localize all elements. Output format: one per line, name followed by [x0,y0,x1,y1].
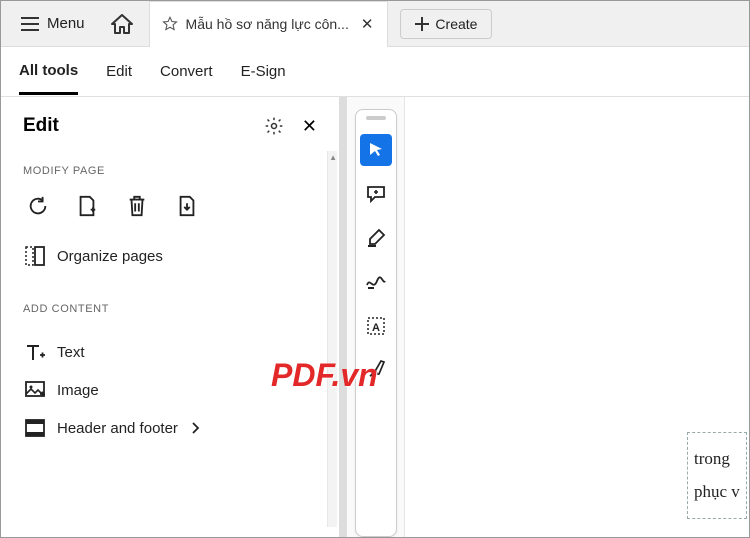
svg-text:A: A [372,322,380,334]
text-icon [25,342,45,362]
add-header-footer-button[interactable]: Header and footer [23,409,317,447]
modify-page-tools [23,195,317,217]
tab-edit[interactable]: Edit [106,50,132,93]
main-area: Edit ✕ MODIFY PAGE [1,97,749,537]
tab-convert[interactable]: Convert [160,50,213,93]
highlighter-icon [366,228,386,248]
textbox-tool-button[interactable]: A [360,310,392,342]
tab-esign[interactable]: E-Sign [241,50,286,93]
doc-line-1: trong [694,443,742,475]
chevron-right-icon [192,422,200,434]
cursor-icon [367,141,385,159]
add-header-footer-label: Header and footer [57,420,178,437]
gear-icon [264,116,284,136]
image-icon [25,380,45,400]
highlight-tool-button[interactable] [360,222,392,254]
organize-pages-label: Organize pages [57,248,163,265]
scroll-up-arrow[interactable]: ▲ [329,153,337,162]
create-button[interactable]: Create [400,9,492,39]
comment-icon [366,185,386,203]
side-panel-title: Edit [23,115,59,137]
header-footer-icon [25,418,45,438]
floating-toolbar: A [355,109,397,537]
document-tab[interactable]: Mẫu hồ sơ năng lực côn... ✕ [149,1,389,47]
star-icon [162,16,178,32]
document-text-region[interactable]: trong phục v [687,432,747,519]
add-image-button[interactable]: Image [23,371,317,409]
delete-page-button[interactable] [127,195,149,217]
add-text-label: Text [57,344,85,361]
canvas-gutter: A [347,97,405,537]
side-panel-header: Edit ✕ [23,115,317,137]
freehand-icon [366,275,386,289]
page-arrow-icon [177,195,197,217]
menu-label: Menu [47,15,85,32]
document-canvas: A trong phục v [347,97,749,537]
hamburger-icon [21,17,39,31]
add-text-button[interactable]: Text [23,333,317,371]
draw-tool-button[interactable] [360,266,392,298]
rotate-icon [27,195,49,217]
comment-tool-button[interactable] [360,178,392,210]
close-panel-button[interactable]: ✕ [302,116,317,137]
select-tool-button[interactable] [360,134,392,166]
modify-page-label: MODIFY PAGE [23,165,317,177]
insert-page-button[interactable] [177,195,199,217]
home-button[interactable] [101,8,143,40]
add-image-label: Image [57,382,99,399]
sign-tool-button[interactable] [360,354,392,386]
tab-close-icon[interactable]: ✕ [361,15,374,33]
doc-line-2: phục v [694,476,742,508]
titlebar: Menu Mẫu hồ sơ năng lực côn... ✕ Create [1,1,749,47]
organize-pages-button[interactable]: Organize pages [23,237,317,275]
menu-button[interactable]: Menu [9,9,97,38]
create-label: Create [435,16,477,32]
rotate-button[interactable] [27,195,49,217]
tab-title: Mẫu hồ sơ năng lực côn... [186,16,349,32]
tab-all-tools[interactable]: All tools [19,49,78,95]
toolbar-grip-icon[interactable] [366,116,386,120]
organize-icon [25,246,45,266]
pen-icon [366,360,386,380]
add-content-label: ADD CONTENT [23,303,317,315]
side-panel: Edit ✕ MODIFY PAGE [1,97,339,537]
panel-divider[interactable] [339,97,347,537]
settings-button[interactable] [264,116,284,136]
main-toolbar: All tools Edit Convert E-Sign [1,47,749,97]
page-plus-icon [77,195,97,217]
trash-icon [127,195,147,217]
textbox-icon: A [366,316,386,336]
extract-page-button[interactable] [77,195,99,217]
scrollbar[interactable] [327,151,337,527]
home-icon [111,14,133,34]
plus-icon [415,17,429,31]
